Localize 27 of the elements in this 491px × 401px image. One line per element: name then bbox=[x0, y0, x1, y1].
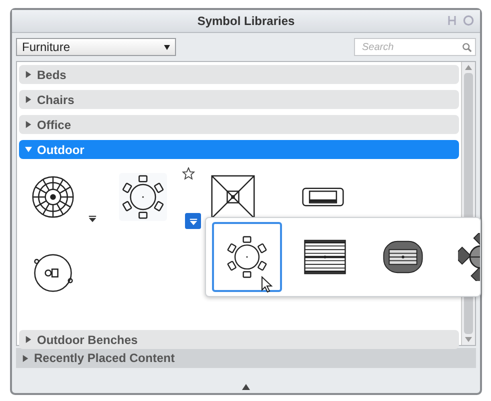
caret-icon bbox=[164, 44, 170, 50]
star-icon[interactable] bbox=[182, 167, 195, 180]
recent-content-header[interactable]: Recently Placed Content bbox=[16, 348, 476, 368]
symbol-tile[interactable] bbox=[29, 173, 77, 221]
caret-icon bbox=[88, 214, 96, 222]
window-title: Symbol Libraries bbox=[197, 14, 295, 28]
category-header[interactable]: Office bbox=[19, 115, 459, 134]
collapse-arrow-icon bbox=[25, 146, 32, 153]
expand-arrow-icon bbox=[22, 354, 29, 362]
category-header[interactable]: Chairs bbox=[19, 90, 459, 109]
symbol-variant[interactable] bbox=[212, 222, 282, 292]
category-header[interactable]: Outdoor Benches bbox=[19, 330, 459, 349]
search-icon[interactable] bbox=[462, 42, 472, 52]
expand-arrow-icon bbox=[25, 71, 32, 78]
expand-arrow-icon bbox=[25, 121, 32, 128]
search-input[interactable]: Search bbox=[358, 42, 462, 52]
cursor-icon bbox=[261, 276, 273, 293]
library-dropdown[interactable]: Furniture bbox=[16, 38, 176, 56]
expand-arrow-icon bbox=[25, 96, 32, 103]
category-header[interactable]: Beds bbox=[19, 65, 459, 84]
umbrella-table-icon bbox=[29, 173, 77, 221]
caret-icon bbox=[188, 216, 198, 226]
expand-panel-icon[interactable] bbox=[242, 384, 250, 390]
search-field[interactable]: Search bbox=[354, 38, 476, 56]
expand-arrow-icon bbox=[25, 336, 32, 343]
symbol-tile[interactable] bbox=[119, 173, 167, 221]
category-header[interactable]: Outdoor bbox=[19, 140, 459, 159]
